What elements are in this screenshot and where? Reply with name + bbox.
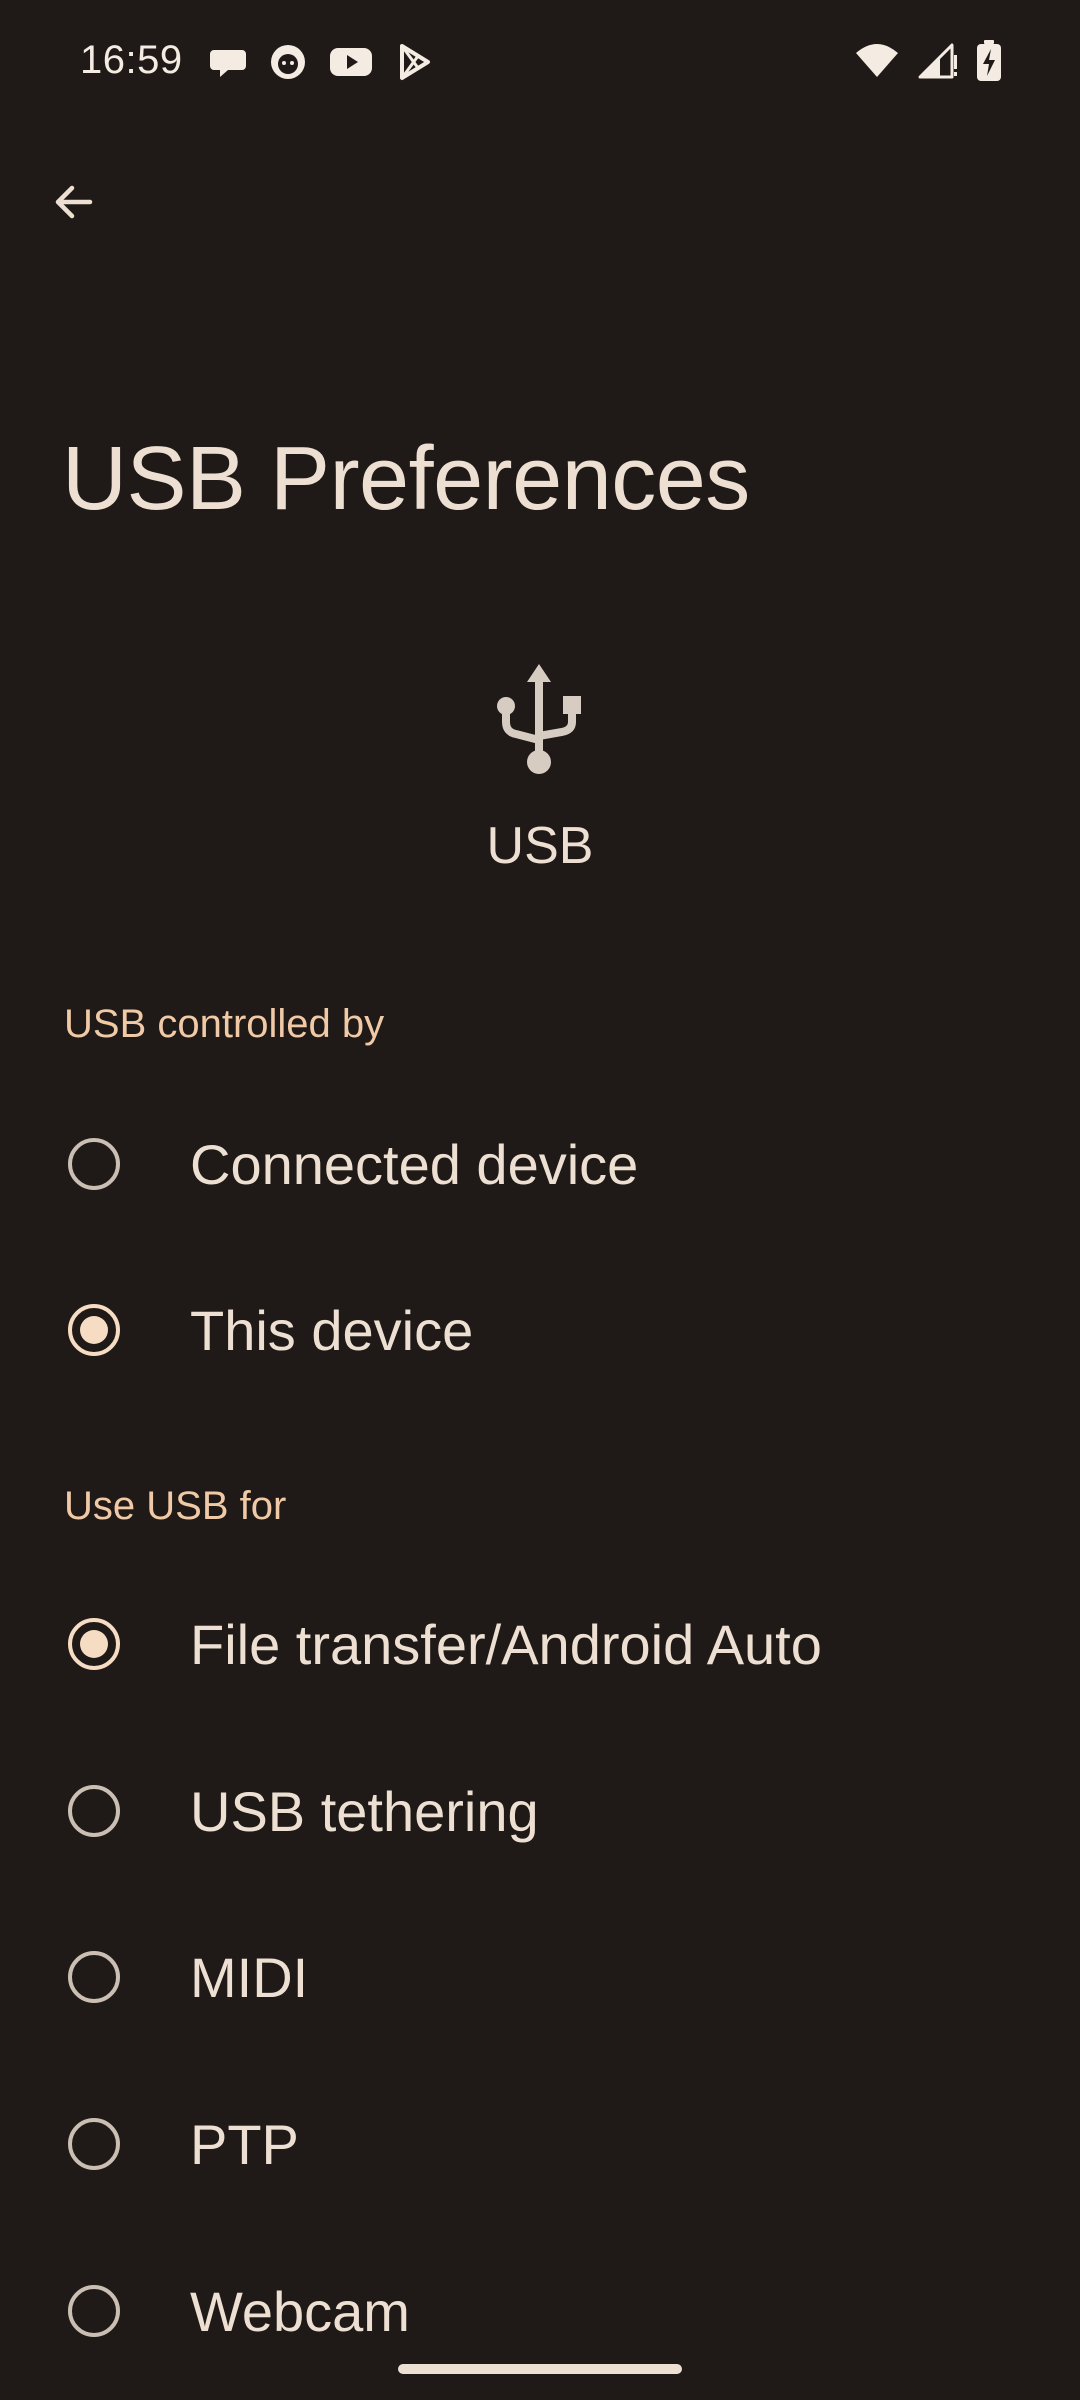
youtube-icon	[330, 48, 372, 76]
status-clock: 16:59	[80, 38, 183, 82]
option-label: This device	[190, 1298, 474, 1362]
radio-button[interactable]	[68, 1138, 120, 1190]
option-midi[interactable]: MIDI	[0, 1894, 1080, 2060]
option-label: MIDI	[190, 1945, 309, 2009]
notification-icons	[208, 42, 434, 82]
radio-button[interactable]	[68, 1951, 120, 2003]
section-header-use-usb-for: Use USB for	[64, 1484, 287, 1528]
play-store-icon	[400, 44, 430, 80]
option-connected-device[interactable]: Connected device	[0, 1081, 1080, 1247]
option-file-transfer[interactable]: File transfer/Android Auto	[0, 1561, 1080, 1727]
page-title: USB Preferences	[62, 429, 750, 529]
option-ptp[interactable]: PTP	[0, 2061, 1080, 2227]
option-label: Connected device	[190, 1132, 639, 1196]
system-icons	[854, 40, 1002, 82]
wifi-icon	[856, 44, 898, 77]
radio-button-selected[interactable]	[68, 1618, 120, 1670]
cat-face-icon	[271, 45, 305, 79]
cellular-signal-icon	[918, 43, 957, 79]
chat-bubble-icon	[210, 50, 246, 77]
option-usb-tethering[interactable]: USB tethering	[0, 1728, 1080, 1894]
arrow-back-icon	[55, 185, 93, 219]
usb-preferences-screen: 16:59 USB Preferences USB USB controlled…	[0, 0, 1080, 2400]
gesture-nav-handle[interactable]	[398, 2364, 682, 2374]
radio-button-selected[interactable]	[68, 1304, 120, 1356]
section-header-usb-controlled-by: USB controlled by	[64, 1002, 385, 1046]
radio-button[interactable]	[68, 2118, 120, 2170]
option-this-device[interactable]: This device	[0, 1247, 1080, 1413]
usb-icon	[497, 664, 581, 774]
back-button[interactable]	[34, 162, 114, 242]
option-label: PTP	[190, 2112, 299, 2176]
option-label: USB tethering	[190, 1779, 539, 1843]
radio-button[interactable]	[68, 1785, 120, 1837]
radio-button[interactable]	[68, 2285, 120, 2337]
status-bar: 16:59	[0, 0, 1080, 130]
battery-charging-icon	[977, 40, 1001, 81]
usb-label: USB	[486, 817, 594, 875]
option-label: File transfer/Android Auto	[190, 1612, 822, 1676]
option-label: Webcam	[190, 2279, 410, 2343]
